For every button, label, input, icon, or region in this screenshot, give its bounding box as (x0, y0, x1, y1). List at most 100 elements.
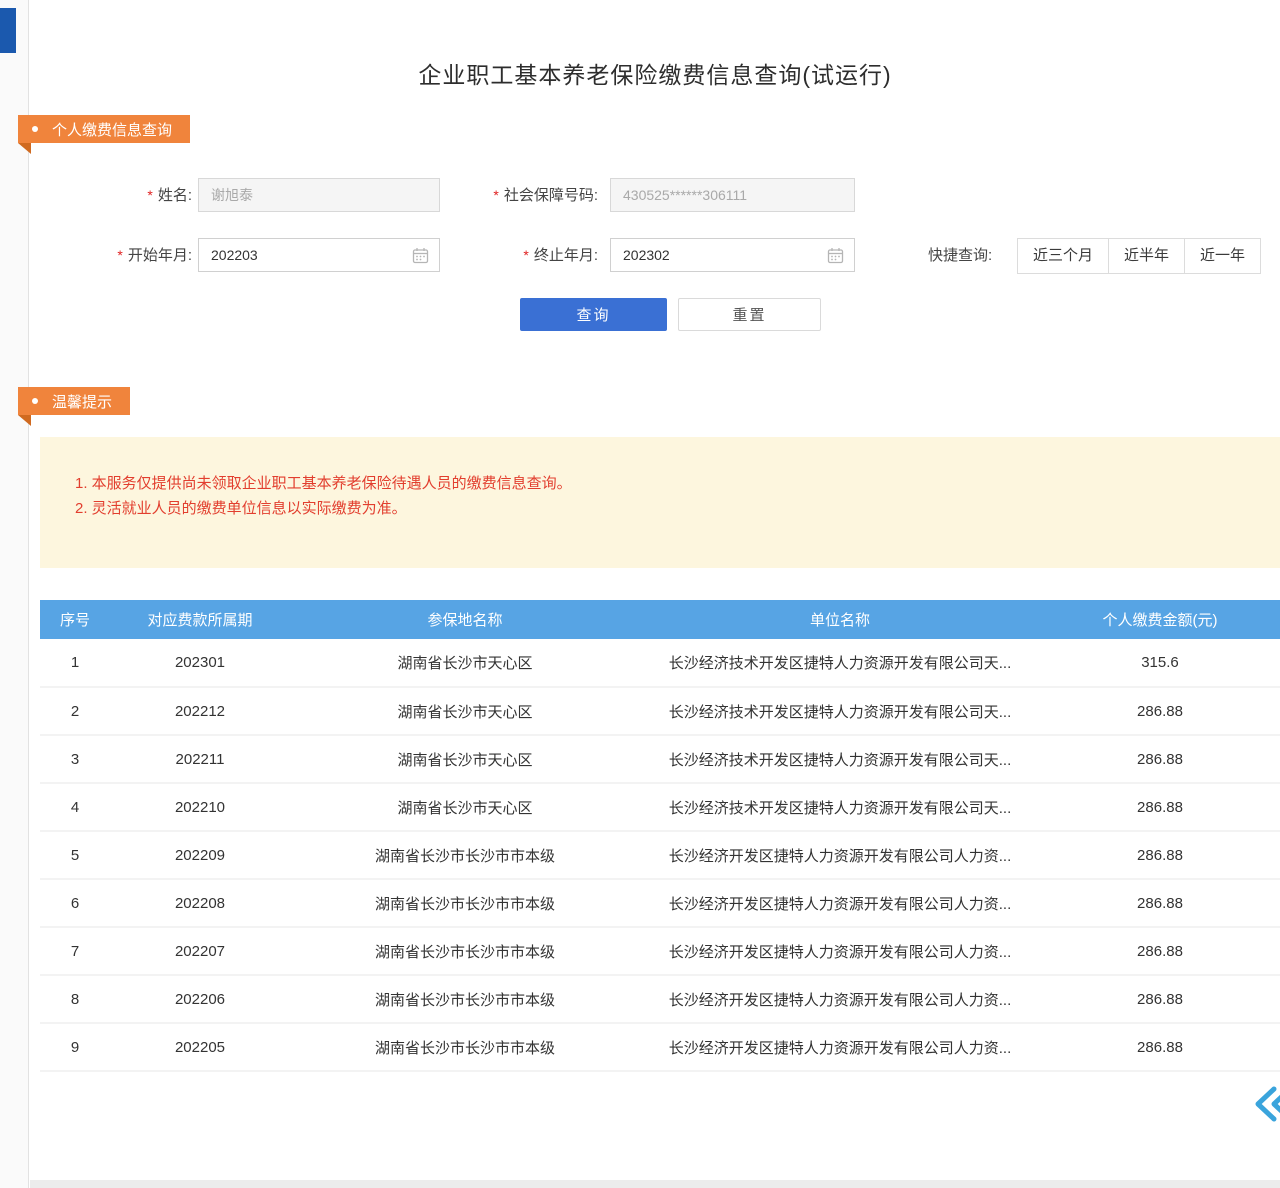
notice-box: 1. 本服务仅提供尚未领取企业职工基本养老保险待遇人员的缴费信息查询。 2. 灵… (40, 437, 1280, 568)
table-cell: 长沙经济技术开发区捷特人力资源开发有限公司天... (640, 687, 1040, 735)
table-cell: 286.88 (1040, 1023, 1280, 1071)
table-cell: 5 (40, 831, 110, 879)
calendar-icon (827, 247, 844, 264)
name-label: *姓名: (80, 178, 192, 213)
section-badge-label: 温馨提示 (52, 391, 112, 412)
section-badge-tips: 温馨提示 (18, 387, 130, 415)
table-cell: 3 (40, 735, 110, 783)
sidebar-accent-block (0, 8, 16, 53)
table-cell: 6 (40, 879, 110, 927)
table-cell: 202212 (110, 687, 290, 735)
ssn-input[interactable] (610, 178, 855, 212)
required-asterisk: * (493, 187, 498, 203)
quick-query-label: 快捷查询: (928, 238, 1012, 274)
table-cell: 长沙经济技术开发区捷特人力资源开发有限公司天... (640, 783, 1040, 831)
table-cell: 湖南省长沙市长沙市市本级 (290, 927, 640, 975)
page-title: 企业职工基本养老保险缴费信息查询(试运行) (30, 56, 1280, 90)
bullet-icon (32, 126, 38, 132)
table-header-row: 序号 对应费款所属期 参保地名称 单位名称 个人缴费金额(元) (40, 600, 1280, 639)
quick-last-year-button[interactable]: 近一年 (1184, 238, 1261, 274)
table-cell: 1 (40, 639, 110, 687)
required-asterisk: * (117, 247, 122, 263)
required-asterisk: * (523, 247, 528, 263)
section-badge-label: 个人缴费信息查询 (52, 119, 172, 140)
table-row: 6202208湖南省长沙市长沙市市本级长沙经济开发区捷特人力资源开发有限公司人力… (40, 879, 1280, 927)
table-cell: 286.88 (1040, 975, 1280, 1023)
double-chevron-left-icon[interactable] (1252, 1085, 1280, 1123)
table-cell: 286.88 (1040, 831, 1280, 879)
table-cell: 长沙经济开发区捷特人力资源开发有限公司人力资... (640, 1023, 1040, 1071)
table-cell: 202205 (110, 1023, 290, 1071)
table-row: 2202212湖南省长沙市天心区长沙经济技术开发区捷特人力资源开发有限公司天..… (40, 687, 1280, 735)
table-cell: 湖南省长沙市天心区 (290, 687, 640, 735)
results-table-body: 1202301湖南省长沙市天心区长沙经济技术开发区捷特人力资源开发有限公司天..… (40, 639, 1280, 1071)
table-cell: 7 (40, 927, 110, 975)
table-cell: 湖南省长沙市长沙市市本级 (290, 975, 640, 1023)
table-cell: 9 (40, 1023, 110, 1071)
start-month-value: 202203 (211, 247, 258, 263)
table-cell: 202210 (110, 783, 290, 831)
table-cell: 湖南省长沙市长沙市市本级 (290, 1023, 640, 1071)
table-cell: 长沙经济开发区捷特人力资源开发有限公司人力资... (640, 831, 1040, 879)
table-cell: 202207 (110, 927, 290, 975)
notice-line-1: 1. 本服务仅提供尚未领取企业职工基本养老保险待遇人员的缴费信息查询。 (75, 471, 1280, 496)
table-cell: 202208 (110, 879, 290, 927)
table-cell: 202211 (110, 735, 290, 783)
end-month-value: 202302 (623, 247, 670, 263)
ribbon-fold (18, 415, 31, 426)
section-badge-personal-query: 个人缴费信息查询 (18, 115, 190, 143)
quick-last-half-year-button[interactable]: 近半年 (1108, 238, 1185, 274)
table-cell: 长沙经济开发区捷特人力资源开发有限公司人力资... (640, 879, 1040, 927)
calendar-icon (412, 247, 429, 264)
table-row: 5202209湖南省长沙市长沙市市本级长沙经济开发区捷特人力资源开发有限公司人力… (40, 831, 1280, 879)
quick-query-group: 近三个月 近半年 近一年 (1018, 238, 1261, 274)
table-cell: 315.6 (1040, 639, 1280, 687)
table-cell: 湖南省长沙市长沙市市本级 (290, 879, 640, 927)
table-cell: 286.88 (1040, 879, 1280, 927)
bullet-icon (32, 398, 38, 404)
table-cell: 湖南省长沙市天心区 (290, 783, 640, 831)
ribbon-fold (18, 143, 31, 154)
header-amount: 个人缴费金额(元) (1040, 600, 1280, 639)
table-cell: 湖南省长沙市天心区 (290, 735, 640, 783)
table-cell: 长沙经济技术开发区捷特人力资源开发有限公司天... (640, 639, 1040, 687)
table-cell: 286.88 (1040, 783, 1280, 831)
required-asterisk: * (147, 187, 152, 203)
quick-last-3-months-button[interactable]: 近三个月 (1017, 238, 1109, 274)
table-cell: 202301 (110, 639, 290, 687)
table-row: 4202210湖南省长沙市天心区长沙经济技术开发区捷特人力资源开发有限公司天..… (40, 783, 1280, 831)
results-table: 序号 对应费款所属期 参保地名称 单位名称 个人缴费金额(元) 1202301湖… (40, 600, 1280, 1072)
name-input[interactable] (198, 178, 440, 212)
table-cell: 2 (40, 687, 110, 735)
end-month-label: *终止年月: (455, 238, 598, 273)
table-cell: 长沙经济开发区捷特人力资源开发有限公司人力资... (640, 927, 1040, 975)
table-cell: 202206 (110, 975, 290, 1023)
table-cell: 286.88 (1040, 927, 1280, 975)
table-cell: 286.88 (1040, 687, 1280, 735)
start-month-input[interactable]: 202203 (198, 238, 440, 272)
table-cell: 湖南省长沙市天心区 (290, 639, 640, 687)
table-row: 8202206湖南省长沙市长沙市市本级长沙经济开发区捷特人力资源开发有限公司人力… (40, 975, 1280, 1023)
table-cell: 湖南省长沙市长沙市市本级 (290, 831, 640, 879)
end-month-input[interactable]: 202302 (610, 238, 855, 272)
table-cell: 8 (40, 975, 110, 1023)
table-cell: 4 (40, 783, 110, 831)
ssn-label: *社会保障号码: (455, 178, 598, 213)
notice-line-2: 2. 灵活就业人员的缴费单位信息以实际缴费为准。 (75, 496, 1280, 521)
table-row: 7202207湖南省长沙市长沙市市本级长沙经济开发区捷特人力资源开发有限公司人力… (40, 927, 1280, 975)
query-button[interactable]: 查询 (520, 298, 667, 331)
table-row: 3202211湖南省长沙市天心区长沙经济技术开发区捷特人力资源开发有限公司天..… (40, 735, 1280, 783)
table-cell: 长沙经济开发区捷特人力资源开发有限公司人力资... (640, 975, 1040, 1023)
header-insured-place: 参保地名称 (290, 600, 640, 639)
bottom-strip (30, 1180, 1280, 1188)
start-month-label: *开始年月: (80, 238, 192, 273)
table-row: 9202205湖南省长沙市长沙市市本级长沙经济开发区捷特人力资源开发有限公司人力… (40, 1023, 1280, 1071)
header-period: 对应费款所属期 (110, 600, 290, 639)
reset-button[interactable]: 重置 (678, 298, 821, 331)
header-employer: 单位名称 (640, 600, 1040, 639)
table-cell: 202209 (110, 831, 290, 879)
table-cell: 286.88 (1040, 735, 1280, 783)
left-panel-edge (0, 0, 29, 1188)
header-seq: 序号 (40, 600, 110, 639)
table-cell: 长沙经济技术开发区捷特人力资源开发有限公司天... (640, 735, 1040, 783)
